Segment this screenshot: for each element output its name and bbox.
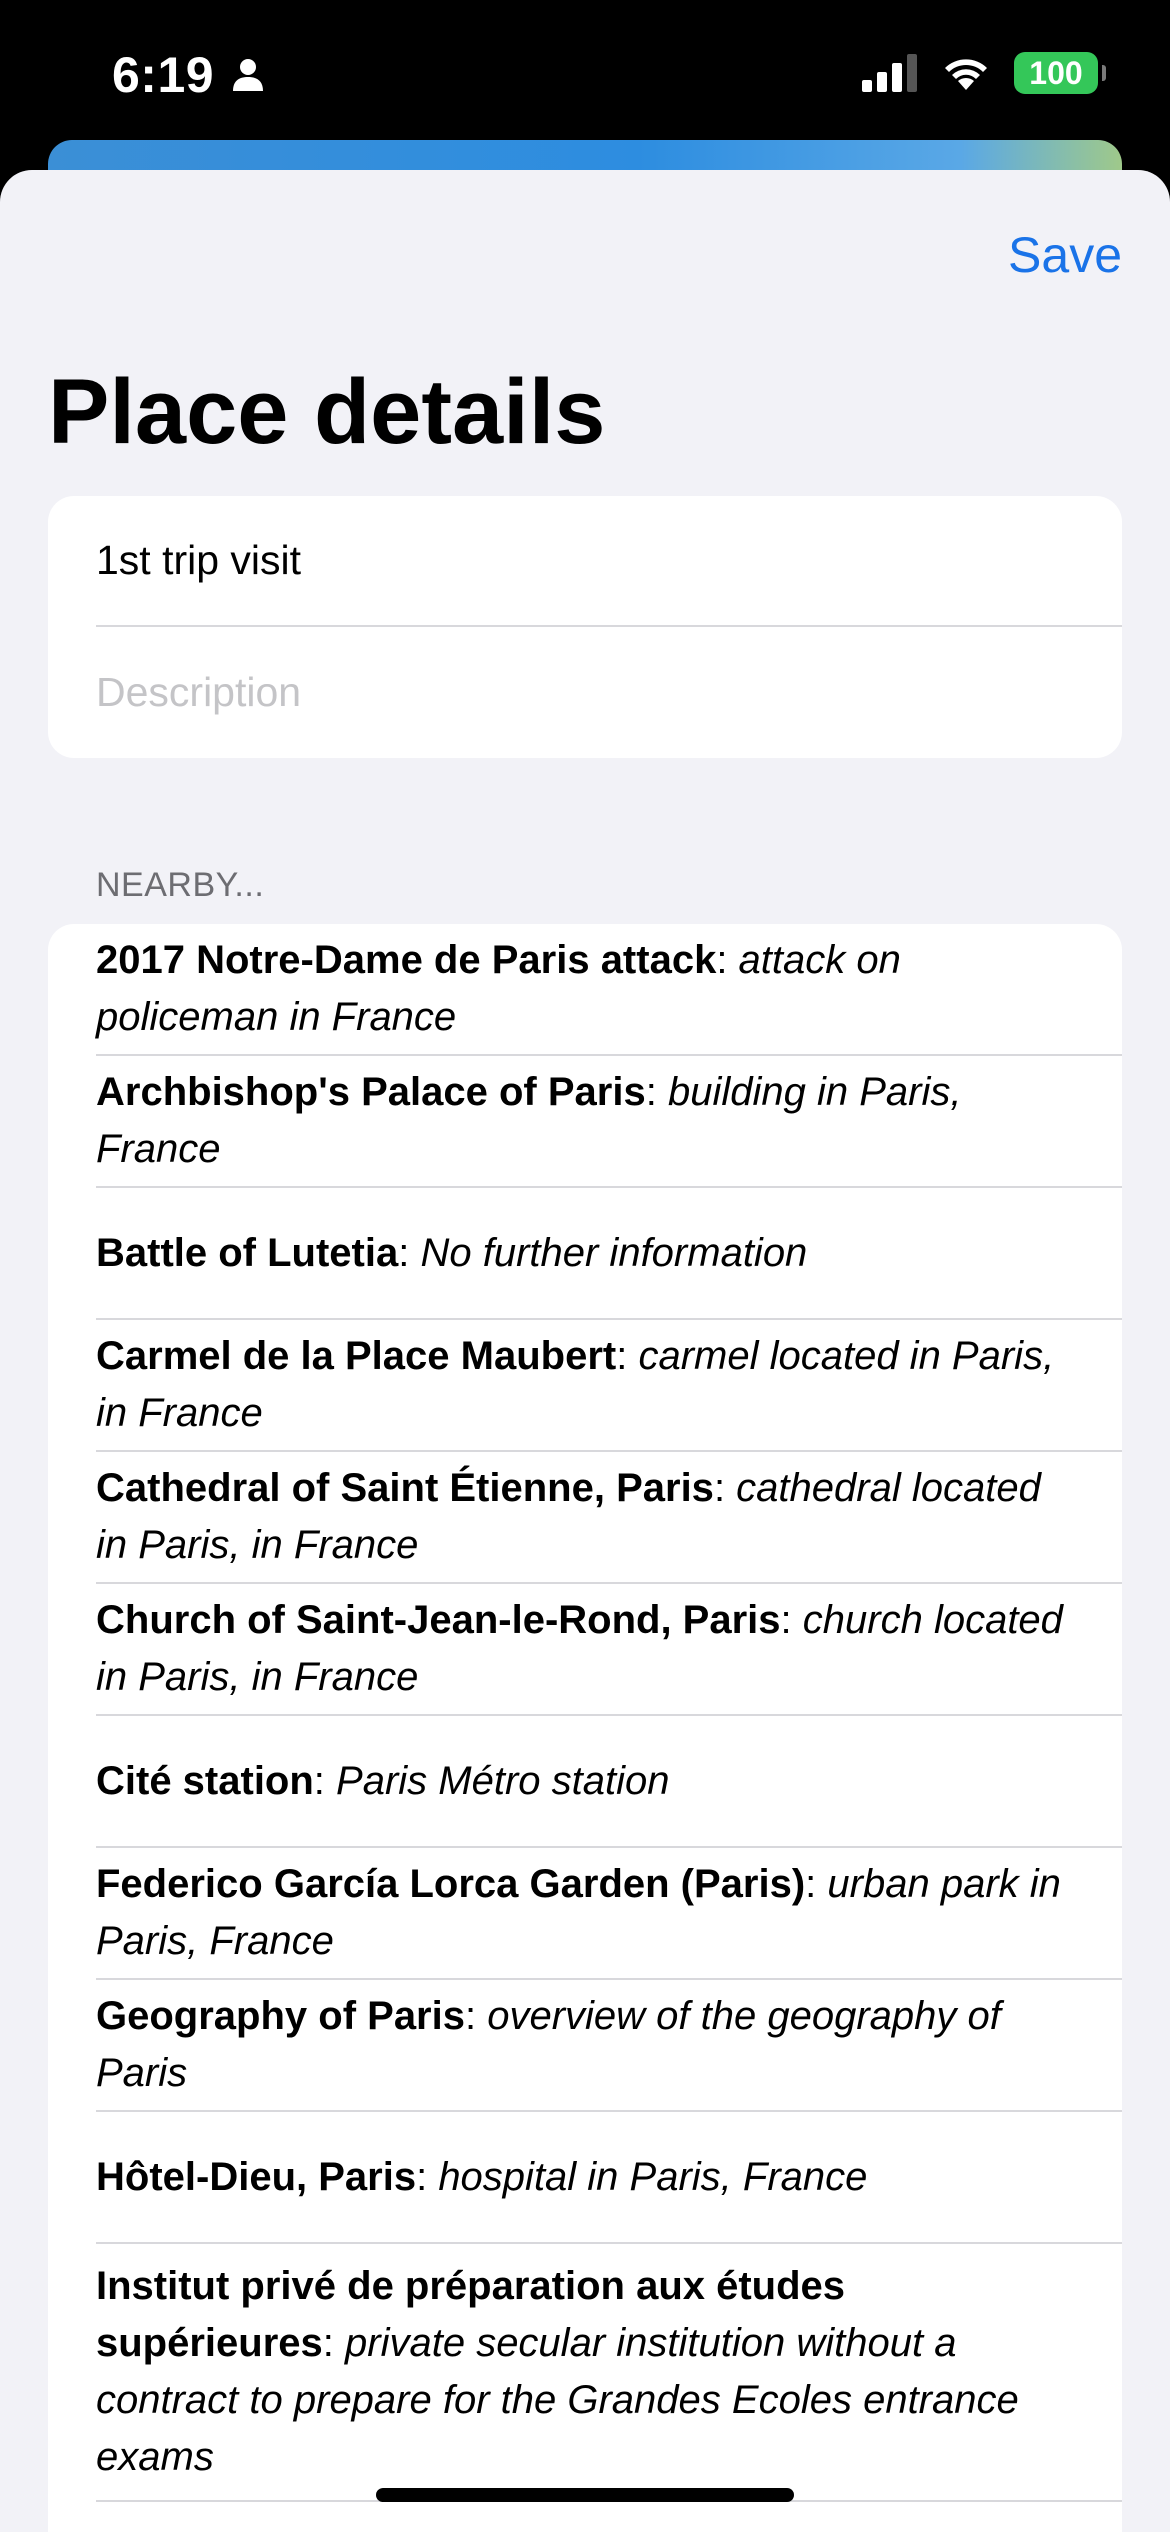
item-title: Carmel de la Place Maubert [96, 1334, 617, 1378]
status-time-group: 6:19 [112, 46, 268, 104]
name-field[interactable]: 1st trip visit [96, 496, 1122, 627]
place-details-sheet: Save Place details 1st trip visit Descri… [0, 170, 1170, 2532]
list-item[interactable]: Carmel de la Place Maubert: carmel locat… [96, 1320, 1122, 1452]
person-icon [233, 59, 264, 91]
list-item[interactable]: Cité station: Paris Métro station [96, 1716, 1122, 1848]
status-icons: 100 [862, 52, 1106, 94]
signal-icon [862, 54, 917, 92]
item-title: Cathedral of Saint Étienne, Paris [96, 1466, 714, 1510]
item-title: Archbishop's Palace of Paris [96, 1070, 646, 1114]
nearby-list: 2017 Notre-Dame de Paris attack: attack … [48, 924, 1122, 2532]
list-item[interactable]: Cathedral of Saint Étienne, Paris: cathe… [96, 1452, 1122, 1584]
item-description: Paris Métro station [336, 1758, 670, 1803]
item-title: 2017 Notre-Dame de Paris attack [96, 938, 717, 982]
item-description: hospital in Paris, France [438, 2154, 868, 2199]
page-title: Place details [48, 361, 606, 463]
item-title: Battle of Lutetia [96, 1230, 399, 1275]
list-item[interactable]: Institut privé de préparation aux études… [96, 2244, 1122, 2502]
save-button[interactable]: Save [1008, 226, 1122, 284]
list-item[interactable]: Archbishop's Palace of Paris: building i… [96, 1056, 1122, 1188]
status-bar: 6:19 100 [0, 0, 1170, 160]
description-field[interactable]: Description [96, 627, 1122, 758]
battery-icon: 100 [1014, 52, 1106, 94]
item-title: Hôtel-Dieu, Paris [96, 2154, 417, 2199]
list-item[interactable]: Battle of Lutetia: No further informatio… [96, 1188, 1122, 1320]
list-item[interactable]: Federico García Lorca Garden (Paris): ur… [96, 1848, 1122, 1980]
item-title: Cité station [96, 1758, 314, 1803]
status-time: 6:19 [112, 47, 215, 103]
wifi-icon [945, 59, 987, 90]
item-title: Geography of Paris [96, 1994, 465, 2038]
item-title: Church of Saint-Jean-le-Rond, Paris [96, 1598, 781, 1642]
home-indicator[interactable] [376, 2488, 794, 2502]
nearby-section-label: NEARBY... [96, 866, 265, 904]
list-item[interactable]: Geography of Paris: overview of the geog… [96, 1980, 1122, 2112]
item-description: No further information [420, 1230, 808, 1275]
list-item[interactable]: Church of Saint-Jean-le-Rond, Paris: chu… [96, 1584, 1122, 1716]
list-item[interactable]: Hôtel-Dieu, Paris: hospital in Paris, Fr… [96, 2112, 1122, 2244]
form-card: 1st trip visit Description [48, 496, 1122, 758]
item-title: Federico García Lorca Garden (Paris) [96, 1862, 806, 1906]
list-item[interactable]: 2017 Notre-Dame de Paris attack: attack … [96, 924, 1122, 1056]
battery-level: 100 [1029, 54, 1083, 91]
